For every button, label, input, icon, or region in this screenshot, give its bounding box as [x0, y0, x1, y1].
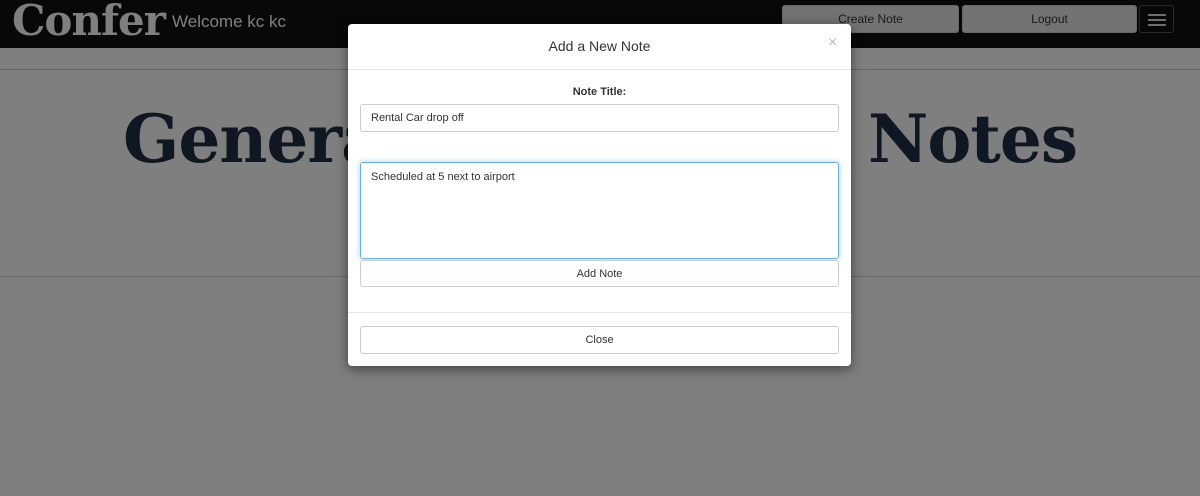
note-title-input[interactable]	[360, 104, 839, 132]
note-title-label: Note Title:	[572, 86, 627, 98]
close-button[interactable]: Close	[360, 326, 839, 354]
modal-footer-divider	[348, 312, 851, 313]
modal-title: Add a New Note	[548, 38, 651, 54]
add-note-button[interactable]: Add Note	[360, 260, 839, 287]
note-body-textarea[interactable]: Scheduled at 5 next to airport	[360, 162, 839, 259]
add-note-modal: Add a New Note × Note Title: Scheduled a…	[348, 24, 851, 366]
close-icon[interactable]: ×	[828, 34, 837, 52]
modal-header: Add a New Note ×	[348, 24, 851, 70]
